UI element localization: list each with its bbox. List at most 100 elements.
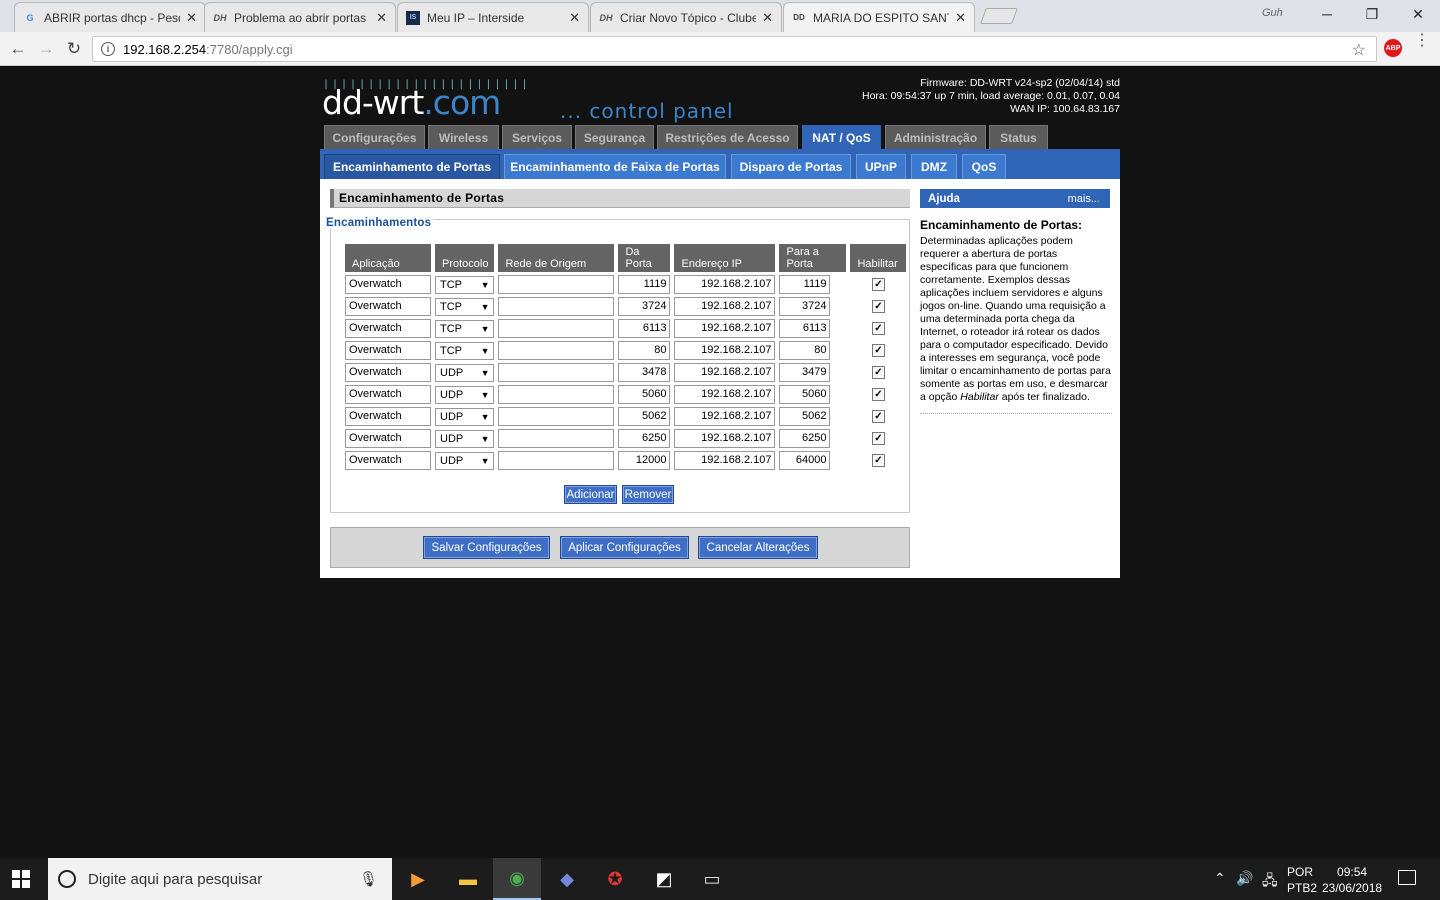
source-network-field[interactable] [498,429,615,448]
from-port-field[interactable]: 6113 [618,319,671,338]
source-network-field[interactable] [498,297,615,316]
subtab-qos[interactable]: QoS [962,154,1006,179]
enable-checkbox[interactable]: ✓ [871,278,885,291]
enable-checkbox[interactable]: ✓ [871,388,885,401]
application-field[interactable]: Overwatch [345,341,431,360]
to-port-field[interactable]: 6113 [779,319,831,338]
new-tab-button[interactable] [980,8,1018,24]
save-button[interactable]: Salvar Configurações [423,536,550,559]
protocol-select[interactable]: TCP ▼ [435,341,495,360]
file-explorer-icon[interactable]: ▬ [444,858,492,900]
sticky-notes-icon[interactable]: ◩ [640,858,688,900]
enable-checkbox[interactable]: ✓ [871,300,885,313]
reload-icon[interactable]: ↻ [62,37,86,61]
enable-checkbox[interactable]: ✓ [871,344,885,357]
help-more-link[interactable]: mais... [1068,193,1100,205]
windows-start-icon[interactable] [12,870,30,888]
language-indicator[interactable]: POR PTB2 [1287,864,1317,896]
tab-status[interactable]: Status [989,125,1048,149]
protocol-select[interactable]: TCP ▼ [435,297,495,316]
ip-address-field[interactable]: 192.168.2.107 [674,429,776,448]
to-port-field[interactable]: 6250 [779,429,831,448]
ip-address-field[interactable]: 192.168.2.107 [674,297,776,316]
close-window-icon[interactable]: ✕ [1396,0,1440,28]
tab-administracao[interactable]: Administração [885,125,986,149]
notifications-icon[interactable] [1398,870,1416,885]
protocol-select[interactable]: UDP ▼ [435,429,495,448]
application-field[interactable]: Overwatch [345,385,431,404]
close-tab-icon[interactable]: ✕ [762,10,773,26]
apply-button[interactable]: Aplicar Configurações [560,536,689,559]
from-port-field[interactable]: 3478 [618,363,671,382]
subtab-disparo-portas[interactable]: Disparo de Portas [731,154,851,179]
from-port-field[interactable]: 5060 [618,385,671,404]
ip-address-field[interactable]: 192.168.2.107 [674,407,776,426]
from-port-field[interactable]: 5062 [618,407,671,426]
application-field[interactable]: Overwatch [345,451,431,470]
subtab-encaminhamento-portas[interactable]: Encaminhamento de Portas [324,154,500,179]
browser-menu-icon[interactable]: ⋮ [1414,33,1430,49]
volume-icon[interactable]: 🔊 [1236,870,1253,887]
to-port-field[interactable]: 3724 [779,297,831,316]
forward-arrow-icon[interactable]: → [34,37,58,61]
minimize-icon[interactable]: ─ [1305,0,1349,28]
remove-button[interactable]: Remover [622,485,674,504]
tab-seguranca[interactable]: Segurança [575,125,654,149]
ip-address-field[interactable]: 192.168.2.107 [674,385,776,404]
system-clock[interactable]: 09:54 23/06/2018 [1322,864,1382,896]
to-port-field[interactable]: 3479 [779,363,831,382]
source-network-field[interactable] [498,407,615,426]
ip-address-field[interactable]: 192.168.2.107 [674,363,776,382]
game-app-icon[interactable]: ✪ [591,858,639,900]
enable-checkbox[interactable]: ✓ [871,366,885,379]
to-port-field[interactable]: 64000 [779,451,831,470]
enable-checkbox[interactable]: ✓ [871,322,885,335]
protocol-select[interactable]: UDP ▼ [435,407,495,426]
command-prompt-icon[interactable]: ▭ [688,858,736,900]
from-port-field[interactable]: 12000 [618,451,671,470]
ip-address-field[interactable]: 192.168.2.107 [674,341,776,360]
application-field[interactable]: Overwatch [345,363,431,382]
close-tab-icon[interactable]: ✕ [186,10,197,26]
enable-checkbox[interactable]: ✓ [871,432,885,445]
application-field[interactable]: Overwatch [345,275,431,294]
ip-address-field[interactable]: 192.168.2.107 [674,319,776,338]
discord-icon[interactable]: ◆ [543,858,591,900]
adblock-plus-icon[interactable]: ABP [1384,39,1402,57]
ip-address-field[interactable]: 192.168.2.107 [674,275,776,294]
network-icon[interactable]: 🖧 [1262,870,1278,894]
taskbar-search-box[interactable]: Digite aqui para pesquisar 🎙 [48,858,392,900]
application-field[interactable]: Overwatch [345,297,431,316]
protocol-select[interactable]: UDP ▼ [435,451,495,470]
enable-checkbox[interactable]: ✓ [871,410,885,423]
ip-address-field[interactable]: 192.168.2.107 [674,451,776,470]
from-port-field[interactable]: 3724 [618,297,671,316]
subtab-upnp[interactable]: UPnP [856,154,906,179]
close-tab-icon[interactable]: ✕ [376,10,387,26]
browser-tab-active[interactable]: DD MARIA DO ESPITO SANTO ✕ [783,2,975,32]
browser-tab[interactable]: IS Meu IP – Interside ✕ [397,2,589,32]
subtab-faixa-portas[interactable]: Encaminhamento de Faixa de Portas [504,154,726,179]
application-field[interactable]: Overwatch [345,319,431,338]
application-field[interactable]: Overwatch [345,429,431,448]
add-button[interactable]: Adicionar [564,485,617,504]
source-network-field[interactable] [498,275,615,294]
back-arrow-icon[interactable]: ← [6,37,30,61]
to-port-field[interactable]: 5062 [779,407,831,426]
application-field[interactable]: Overwatch [345,407,431,426]
tab-wireless[interactable]: Wireless [428,125,499,149]
protocol-select[interactable]: TCP ▼ [435,275,495,294]
source-network-field[interactable] [498,341,615,360]
protocol-select[interactable]: UDP ▼ [435,385,495,404]
close-tab-icon[interactable]: ✕ [569,10,580,26]
chrome-icon[interactable]: ◉ [493,858,541,900]
to-port-field[interactable]: 1119 [779,275,831,294]
source-network-field[interactable] [498,385,615,404]
profile-name[interactable]: Guh [1262,7,1283,19]
subtab-dmz[interactable]: DMZ [911,154,957,179]
media-player-icon[interactable]: ▶ [394,858,442,900]
info-icon[interactable]: i [101,42,115,56]
protocol-select[interactable]: TCP ▼ [435,319,495,338]
source-network-field[interactable] [498,451,615,470]
enable-checkbox[interactable]: ✓ [871,454,885,467]
